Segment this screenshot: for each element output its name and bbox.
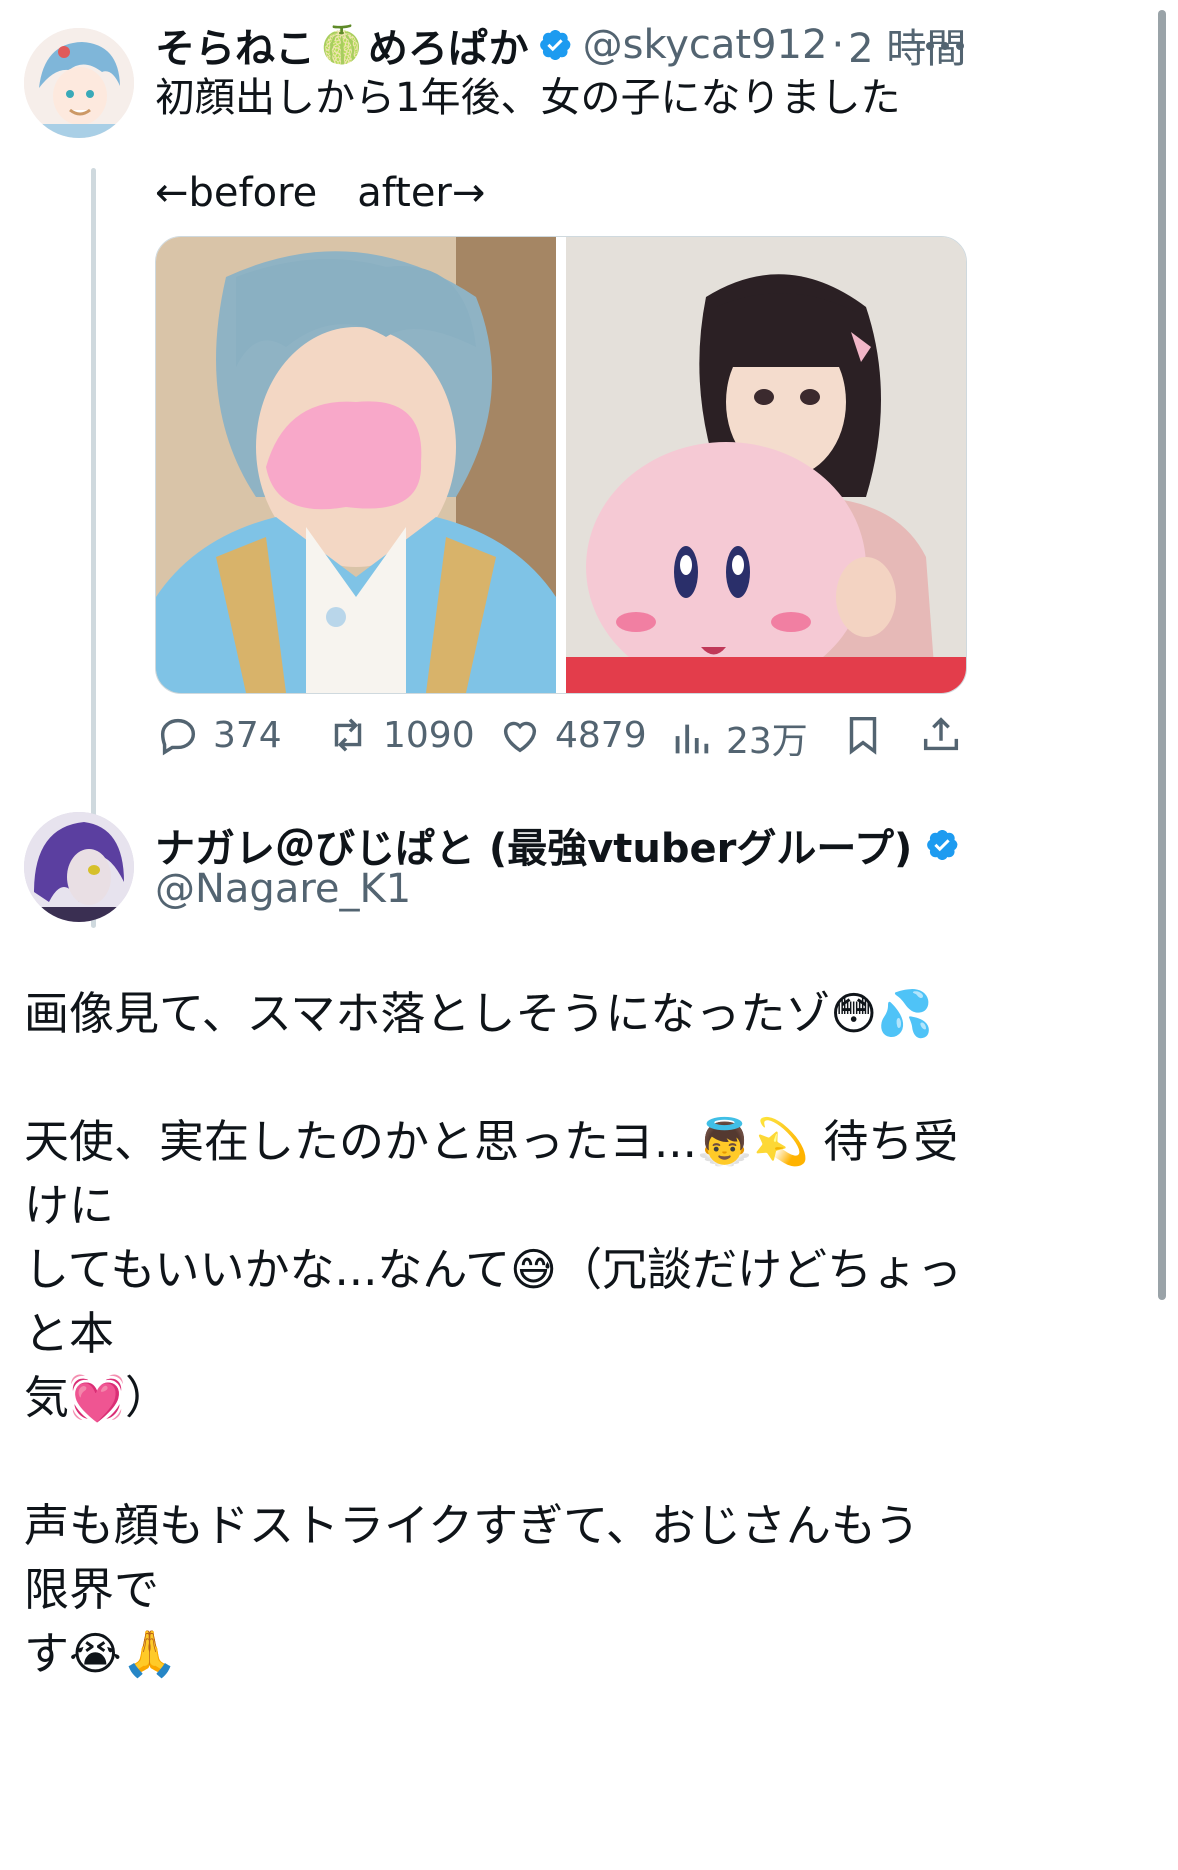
photo-after[interactable] <box>566 237 966 693</box>
reply-body: 画像見て、スマホ落としそうになったゾ😳💦 天使、実在したのかと思ったヨ...👼💫… <box>24 987 963 1680</box>
author-handle[interactable]: @skycat912 <box>583 22 828 68</box>
reply-action[interactable]: 374 <box>155 712 282 758</box>
bookmark-icon <box>849 716 877 755</box>
melon-emoji: 🍈 <box>319 25 364 66</box>
author-avatar-illustration <box>24 28 134 138</box>
photo-before[interactable] <box>156 237 556 693</box>
time-separator: · <box>831 22 845 68</box>
share-button[interactable] <box>918 712 964 758</box>
tweet-media[interactable] <box>155 236 967 694</box>
scrollbar[interactable] <box>1158 10 1166 1300</box>
like-action[interactable]: 4879 <box>497 712 647 758</box>
reply-count: 374 <box>213 714 282 756</box>
author-avatar[interactable] <box>24 28 134 138</box>
author-display-name-suffix[interactable]: めろぱか <box>368 16 529 74</box>
tweet-text-line2: ←before after→ <box>155 170 486 216</box>
views-action[interactable]: 23万 <box>668 712 808 764</box>
views-count: 23万 <box>726 721 808 762</box>
views-chart-icon <box>675 724 709 754</box>
retweet-icon <box>334 718 362 752</box>
verified-badge-icon <box>539 30 571 60</box>
reply-header: ナガレ＠びじぱと (最強vtuberグループ) <box>155 820 960 872</box>
share-icon <box>923 717 959 751</box>
retweet-action[interactable]: 1090 <box>325 712 475 758</box>
verified-badge-icon <box>927 830 958 860</box>
photo-after-image <box>566 237 966 693</box>
reply-author-handle[interactable]: @Nagare_K1 <box>155 866 411 912</box>
photo-before-image <box>156 237 556 693</box>
bookmark-button[interactable] <box>840 712 886 758</box>
reply-author-avatar[interactable] <box>24 812 134 922</box>
author-display-name[interactable]: そらねこ <box>155 16 315 74</box>
reply-icon <box>160 718 196 756</box>
like-count: 4879 <box>555 714 647 756</box>
more-options-button[interactable] <box>920 36 970 56</box>
tweet-text-line1: 初顔出しから1年後、女の子になりました <box>155 75 901 121</box>
more-dots-icon <box>926 42 964 50</box>
heart-icon <box>503 721 537 753</box>
tweet-header: そらねこ 🍈 めろぱか @skycat912 · 2 時間 <box>155 20 966 72</box>
retweet-count: 1090 <box>383 714 475 756</box>
reply-avatar-illustration <box>24 812 134 922</box>
